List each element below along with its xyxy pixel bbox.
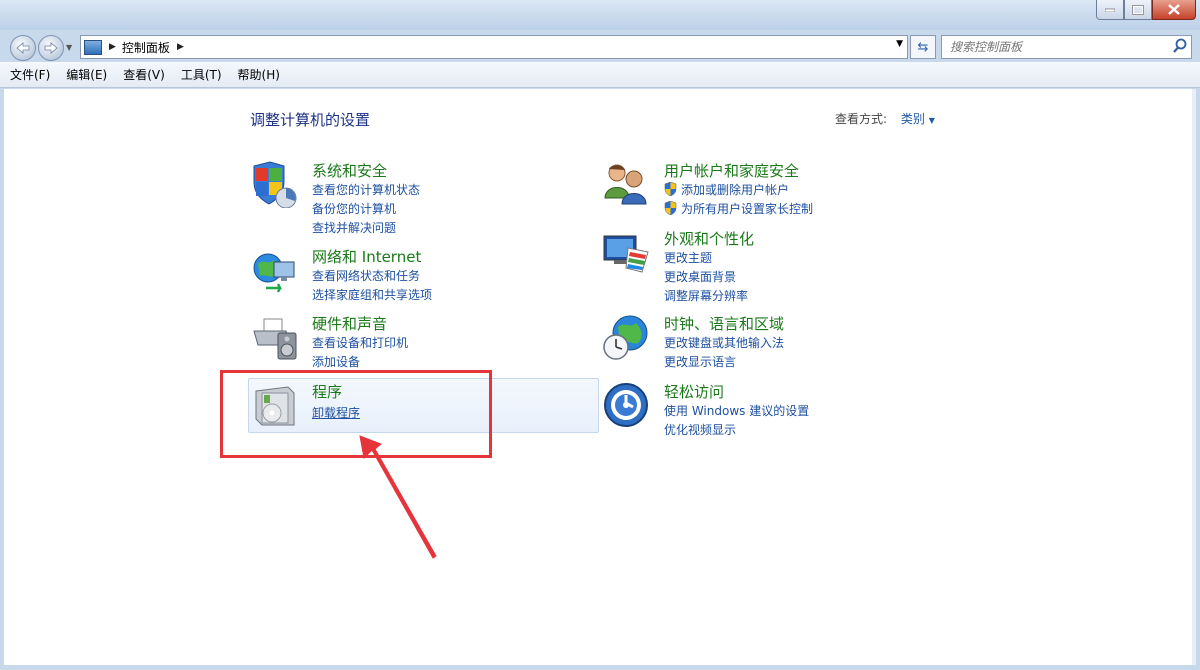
clock-globe-icon[interactable] [602,313,650,361]
address-dropdown-icon[interactable]: ▼ [896,39,903,49]
network-globe-icon[interactable] [250,246,298,294]
category-user-accounts: 用户帐户和家庭安全 添加或删除用户帐户 为所有用户设置家长控制 [602,160,902,217]
recent-pages-icon[interactable]: ▼ [66,43,72,52]
breadcrumb[interactable]: 控制面板 [122,39,170,56]
minimize-button[interactable] [1096,0,1124,20]
menu-bar: 文件(F) 编辑(E) 查看(V) 工具(T) 帮助(H) [0,62,1200,88]
breadcrumb-separator-icon[interactable]: ▶ [109,42,116,52]
menu-file[interactable]: 文件(F) [10,66,50,83]
link-network-status[interactable]: 查看网络状态和任务 [312,267,420,284]
window-controls [1096,0,1196,20]
link-backup[interactable]: 备份您的计算机 [312,200,396,217]
control-panel-icon [84,39,102,55]
link-troubleshoot[interactable]: 查找并解决问题 [312,219,396,236]
category-system-security: 系统和安全 查看您的计算机状态 备份您的计算机 查找并解决问题 [250,160,550,235]
category-hardware-sound: 硬件和声音 查看设备和打印机 添加设备 [250,313,550,369]
refresh-button[interactable]: ⇆ [910,35,936,59]
scrollbar[interactable] [1192,89,1196,665]
menu-edit[interactable]: 编辑(E) [66,66,107,83]
maximize-button[interactable] [1124,0,1152,20]
close-icon [1168,4,1180,15]
forward-button[interactable] [38,35,64,61]
category-title[interactable]: 硬件和声音 [312,313,387,334]
category-title[interactable]: 网络和 Internet [312,246,421,267]
link-change-theme[interactable]: 更改主题 [664,249,712,266]
category-title[interactable]: 系统和安全 [312,160,387,181]
link-windows-suggested[interactable]: 使用 Windows 建议的设置 [664,402,809,419]
link-screen-resolution[interactable]: 调整屏幕分辨率 [664,287,748,304]
uac-shield-icon [664,201,677,215]
view-by-label: 查看方式: [835,112,888,126]
category-title[interactable]: 外观和个性化 [664,228,754,249]
link-parental-controls[interactable]: 为所有用户设置家长控制 [664,200,813,217]
view-by-value[interactable]: 类别 [901,112,925,126]
uac-shield-icon [664,182,677,196]
search-input[interactable] [948,36,1172,58]
refresh-icon: ⇆ [917,39,929,55]
view-by: 查看方式: 类别 ▼ [835,110,935,127]
category-appearance: 外观和个性化 更改主题 更改桌面背景 调整屏幕分辨率 [602,228,902,303]
link-desktop-background[interactable]: 更改桌面背景 [664,268,736,285]
close-button[interactable] [1152,0,1196,20]
category-network-internet: 网络和 Internet 查看网络状态和任务 选择家庭组和共享选项 [250,246,550,302]
category-title[interactable]: 用户帐户和家庭安全 [664,160,799,181]
link-display-language[interactable]: 更改显示语言 [664,353,736,370]
category-title[interactable]: 时钟、语言和区域 [664,313,784,334]
link-label[interactable]: 为所有用户设置家长控制 [681,202,813,216]
users-icon[interactable] [602,160,650,208]
link-add-remove-users[interactable]: 添加或删除用户帐户 [664,181,789,198]
link-homegroup[interactable]: 选择家庭组和共享选项 [312,286,432,303]
category-title[interactable]: 轻松访问 [664,381,724,402]
minimize-icon [1105,8,1115,12]
arrow-right-icon [44,42,58,54]
link-check-status[interactable]: 查看您的计算机状态 [312,181,420,198]
search-box[interactable] [941,35,1192,59]
page-title: 调整计算机的设置 [250,111,371,129]
link-keyboard-input[interactable]: 更改键盘或其他输入法 [664,334,784,351]
view-by-dropdown[interactable]: 类别 ▼ [901,112,935,126]
menu-tools[interactable]: 工具(T) [181,66,222,83]
category-clock-language-region: 时钟、语言和区域 更改键盘或其他输入法 更改显示语言 [602,313,902,369]
navigation-bar: ▼ ▶ 控制面板 ▶ ▼ ⇆ [0,30,1200,62]
ease-of-access-icon[interactable] [602,381,650,429]
maximize-icon [1132,4,1144,15]
shield-icon[interactable] [250,160,298,208]
link-label[interactable]: 添加或删除用户帐户 [681,183,789,197]
title-bar [0,0,1200,30]
printer-icon[interactable] [250,313,298,361]
annotation-highlight-box [220,370,492,458]
breadcrumb-separator-icon[interactable]: ▶ [177,42,184,52]
search-icon[interactable] [1173,38,1187,54]
link-devices-printers[interactable]: 查看设备和打印机 [312,334,408,351]
address-bar[interactable]: ▶ 控制面板 ▶ ▼ [80,35,908,59]
category-ease-of-access: 轻松访问 使用 Windows 建议的设置 优化视频显示 [602,381,902,437]
content-area: 调整计算机的设置 查看方式: 类别 ▼ 系统和安全 查看您的计算机状态 备份您的… [4,89,1196,665]
menu-help[interactable]: 帮助(H) [238,66,280,83]
link-optimize-video[interactable]: 优化视频显示 [664,421,736,438]
arrow-left-icon [16,42,30,54]
appearance-icon[interactable] [602,228,650,276]
chevron-down-icon[interactable]: ▼ [929,116,935,125]
link-add-device[interactable]: 添加设备 [312,353,360,370]
menu-view[interactable]: 查看(V) [123,66,165,83]
back-button[interactable] [10,35,36,61]
